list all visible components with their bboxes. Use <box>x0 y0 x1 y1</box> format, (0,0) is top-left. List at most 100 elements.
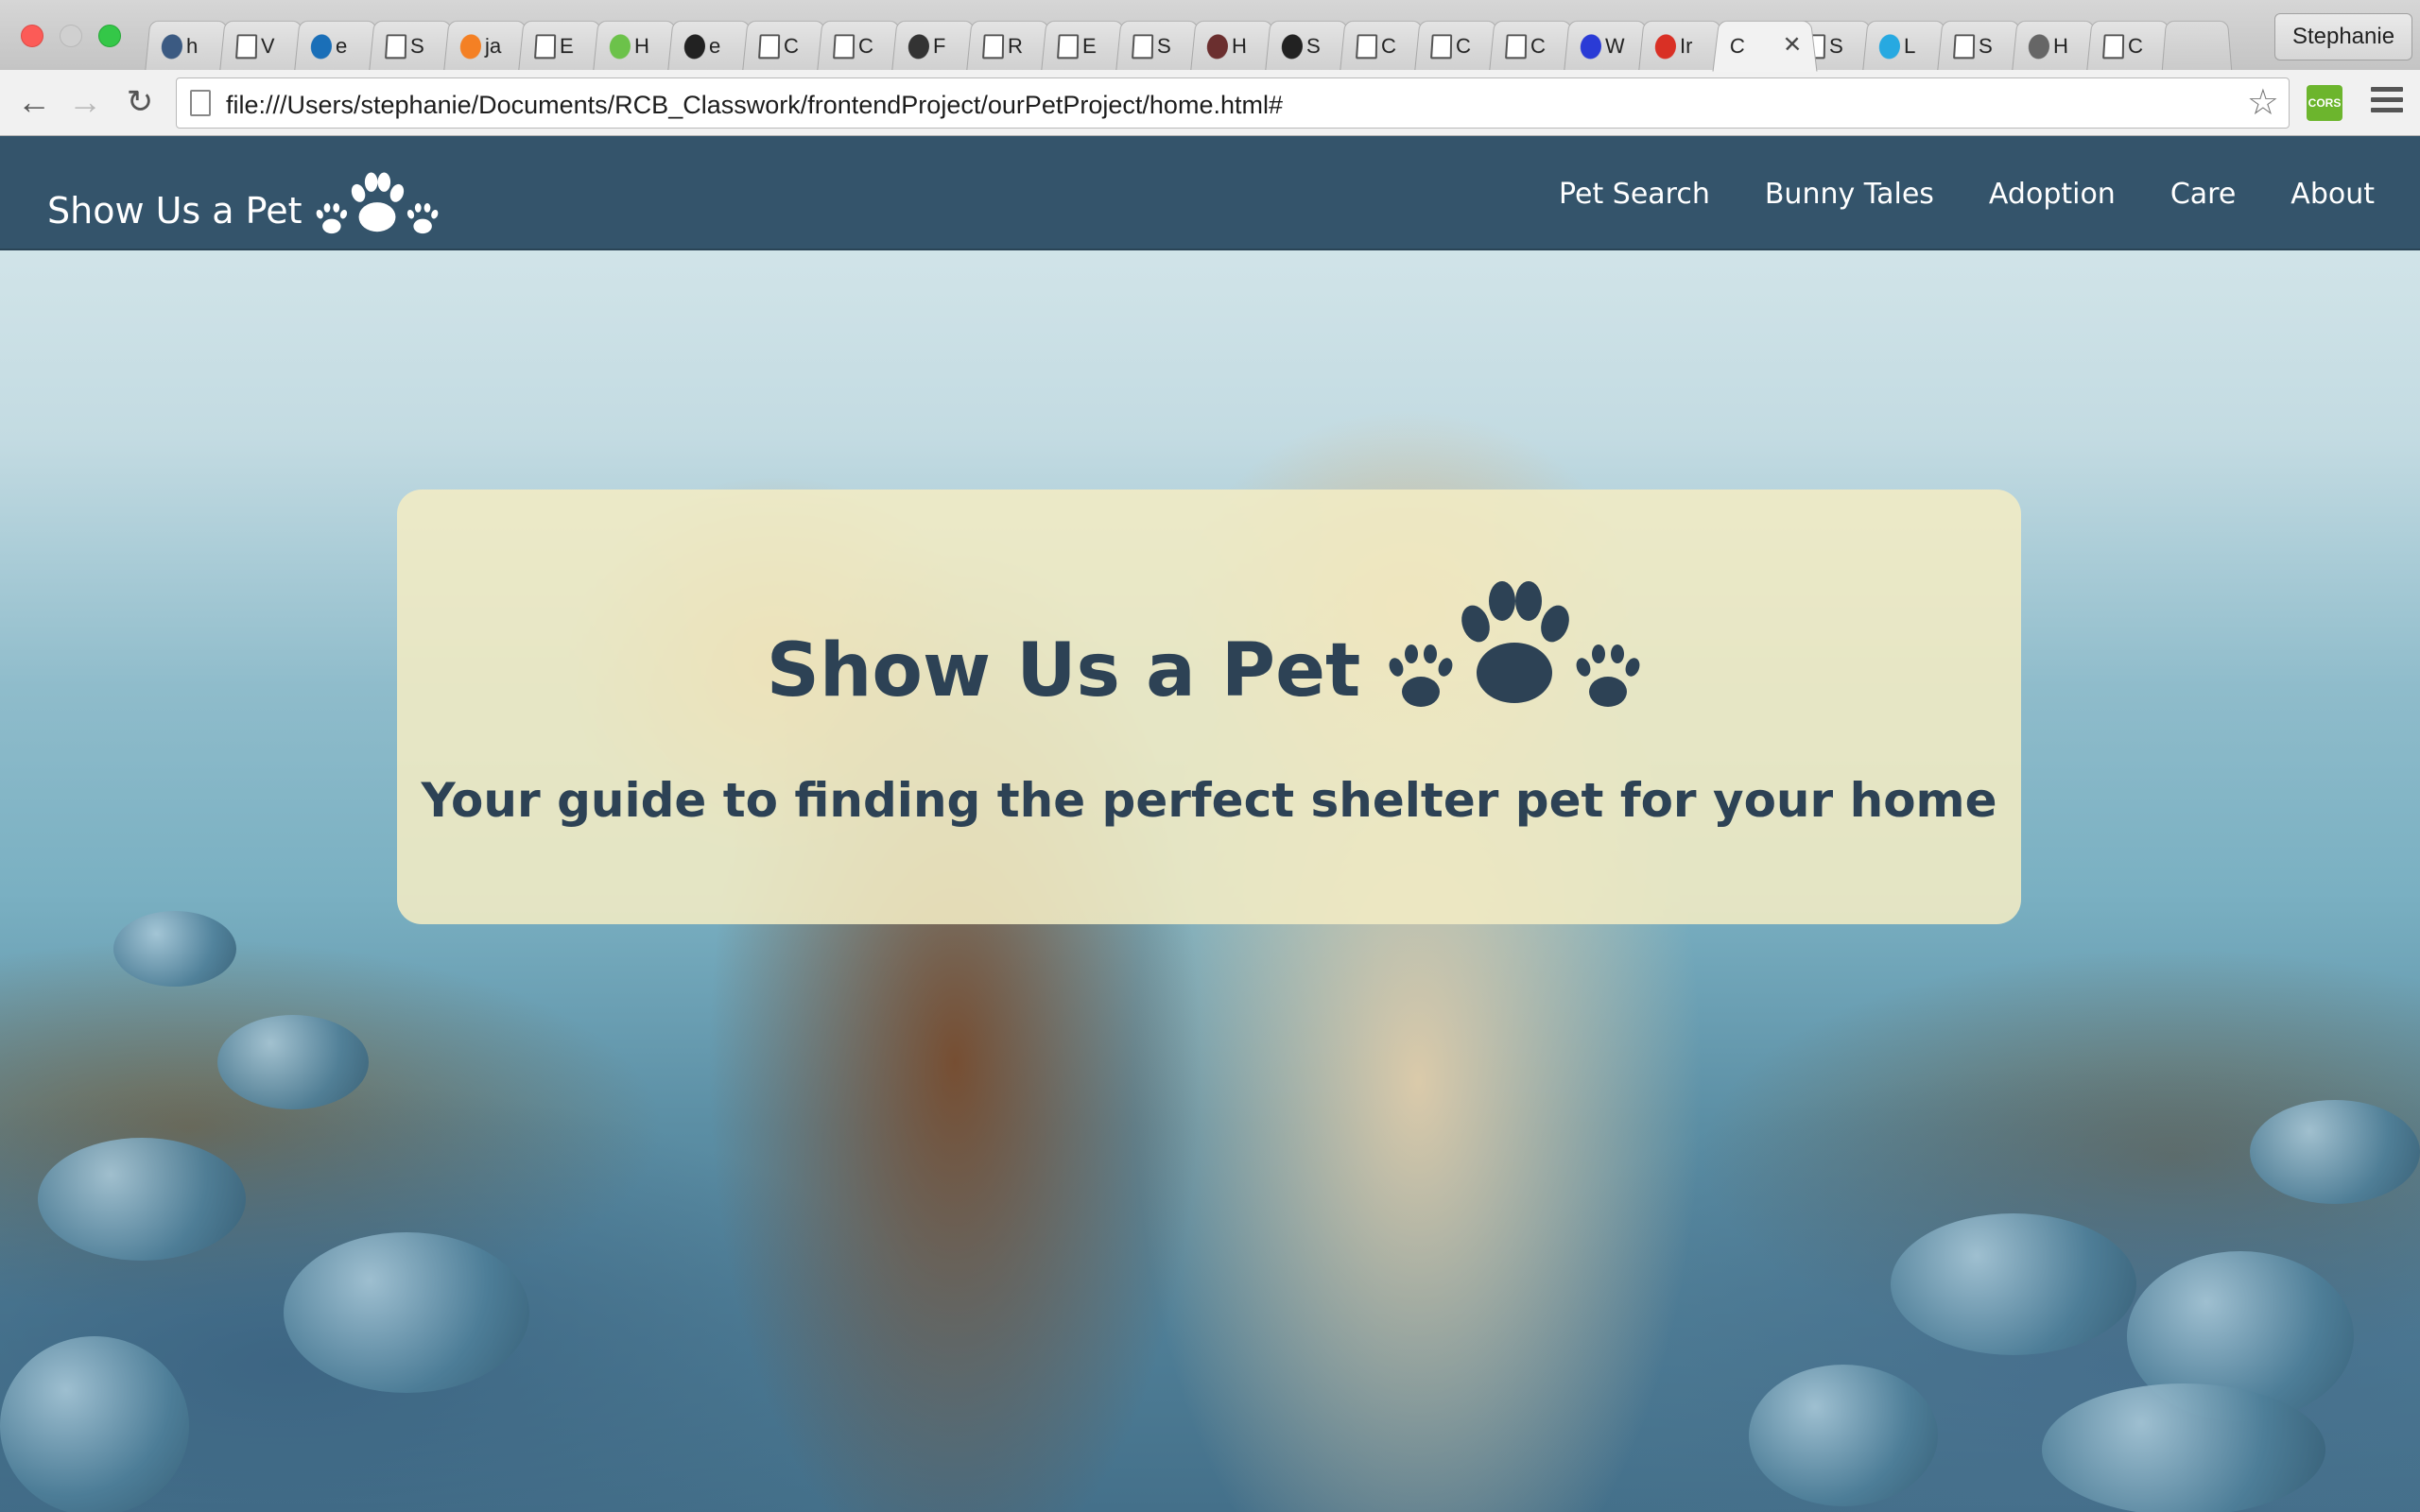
close-tab-icon[interactable]: ✕ <box>1782 32 1803 60</box>
tab-title: H <box>2052 34 2069 59</box>
browser-tab[interactable]: C <box>742 20 829 72</box>
tab-title: C <box>1728 34 1746 59</box>
page-icon <box>832 34 856 60</box>
browser-tab[interactable]: C <box>2086 20 2173 72</box>
browser-tab[interactable]: W <box>1564 20 1651 72</box>
url-text[interactable]: file:///Users/stephanie/Documents/RCB_Cl… <box>226 91 1283 120</box>
tab-content: C <box>1429 33 1493 60</box>
back-button[interactable]: ← <box>15 83 53 121</box>
window-minimize-button[interactable] <box>60 25 82 47</box>
tab-content: E <box>533 33 596 60</box>
browser-tab[interactable]: C <box>817 20 904 72</box>
hero-title-row: Show Us a Pet <box>397 580 2021 716</box>
e-icon <box>309 34 333 60</box>
tab-content: S <box>1952 33 2015 60</box>
nav-pet-search[interactable]: Pet Search <box>1559 178 1710 211</box>
page-icon <box>1056 34 1080 60</box>
new-tab-button[interactable] <box>2161 20 2233 72</box>
browser-tab[interactable]: F <box>891 20 978 72</box>
browser-tab[interactable]: H <box>1190 20 1277 72</box>
page-icon <box>2101 34 2125 60</box>
browser-tabstrip: h Ve Sja E He C C F R E S H S C C C W Ir C ✕ S L S H C Stephanie <box>0 0 2420 72</box>
reload-button[interactable]: ↻ <box>121 83 159 121</box>
forward-button[interactable]: → <box>66 83 104 121</box>
tab-title: S <box>1978 34 1994 59</box>
browser-tab[interactable]: S <box>1937 20 2024 72</box>
browser-tab[interactable]: S <box>1265 20 1352 72</box>
tab-content: W <box>1579 33 1642 60</box>
tab-content: H <box>1205 33 1269 60</box>
browser-tab[interactable]: e <box>294 20 381 72</box>
page-icon <box>1429 34 1453 60</box>
address-bar[interactable]: file:///Users/stephanie/Documents/RCB_Cl… <box>176 77 2290 129</box>
tab-content: e <box>683 33 746 60</box>
browser-tab[interactable]: ja <box>443 20 530 72</box>
nav-care[interactable]: Care <box>2170 178 2236 211</box>
chrome-menu-icon[interactable] <box>2371 87 2403 119</box>
tab-content: H <box>608 33 671 60</box>
tab-title: ja <box>484 34 502 59</box>
tab-content: S <box>384 33 447 60</box>
ph-icon <box>160 34 183 60</box>
nav-bunny-tales[interactable]: Bunny Tales <box>1765 178 1934 211</box>
tab-title: C <box>1455 34 1472 59</box>
tab-title: H <box>1231 34 1248 59</box>
browser-tab[interactable]: H <box>593 20 680 72</box>
tab-title: C <box>783 34 800 59</box>
browser-tab[interactable]: C <box>1414 20 1501 72</box>
tab-title: R <box>1007 34 1024 59</box>
browser-tab[interactable]: C <box>1489 20 1576 72</box>
brand-logo[interactable]: Show Us a Pet <box>47 172 444 238</box>
tab-title: H <box>633 34 650 59</box>
apple-icon <box>2027 34 2050 60</box>
tab-title: S <box>1305 34 1322 59</box>
tab-content: R <box>981 33 1045 60</box>
window-maximize-button[interactable] <box>98 25 121 47</box>
tab-content: e <box>309 33 372 60</box>
paw-prints-icon <box>1389 581 1640 707</box>
page-icon <box>234 34 258 60</box>
tab-title: C <box>857 34 874 59</box>
browser-tab[interactable]: L <box>1862 20 1949 72</box>
tab-content: C <box>757 33 821 60</box>
browser-tab[interactable]: S <box>1115 20 1202 72</box>
browser-tab[interactable]: R <box>966 20 1053 72</box>
page-icon <box>1504 34 1528 60</box>
page-icon <box>533 34 557 60</box>
tab-title: S <box>1828 34 1844 59</box>
tab-content: C <box>2101 33 2165 60</box>
tab-title: W <box>1604 34 1626 59</box>
tab-content: L <box>1877 33 1941 60</box>
browser-tab[interactable]: C ✕ <box>1712 20 1818 72</box>
tab-title: S <box>409 34 425 59</box>
page-icon <box>1952 34 1976 60</box>
browser-tab[interactable]: h <box>145 20 232 72</box>
brand-name[interactable]: Show Us a Pet <box>47 183 302 238</box>
browser-tab[interactable]: e <box>667 20 754 72</box>
profile-button[interactable]: Stephanie <box>2274 13 2412 60</box>
tab-title: h <box>185 34 199 59</box>
tab-title: e <box>708 34 721 59</box>
browser-tab[interactable]: Ir <box>1638 20 1725 72</box>
browser-tab[interactable]: H <box>2012 20 2099 72</box>
browser-toolbar: ← → ↻ file:///Users/stephanie/Documents/… <box>0 70 2420 136</box>
tab-title: F <box>932 34 946 59</box>
tab-content: C <box>1504 33 1567 60</box>
browser-tab[interactable]: C <box>1340 20 1426 72</box>
browser-tab[interactable]: S <box>369 20 456 72</box>
bookmark-star-icon[interactable]: ☆ <box>2247 84 2279 122</box>
tab-content: S <box>1131 33 1194 60</box>
browser-tab[interactable]: E <box>518 20 605 72</box>
browser-tabs: h Ve Sja E He C C F R E S H S C C C W Ir C ✕ S L S H C <box>145 19 2269 72</box>
tab-title: S <box>1156 34 1172 59</box>
nav-adoption[interactable]: Adoption <box>1989 178 2116 211</box>
browser-tab[interactable]: V <box>219 20 306 72</box>
stack-icon <box>458 34 482 60</box>
window-close-button[interactable] <box>21 25 43 47</box>
page-icon <box>1355 34 1378 60</box>
cors-extension-icon[interactable]: CORS <box>2307 85 2342 121</box>
browser-tab[interactable]: E <box>1041 20 1128 72</box>
nav-about[interactable]: About <box>2290 178 2375 211</box>
tab-content: S <box>1280 33 1343 60</box>
hero-subtitle: Your guide to finding the perfect shelte… <box>421 773 1997 828</box>
